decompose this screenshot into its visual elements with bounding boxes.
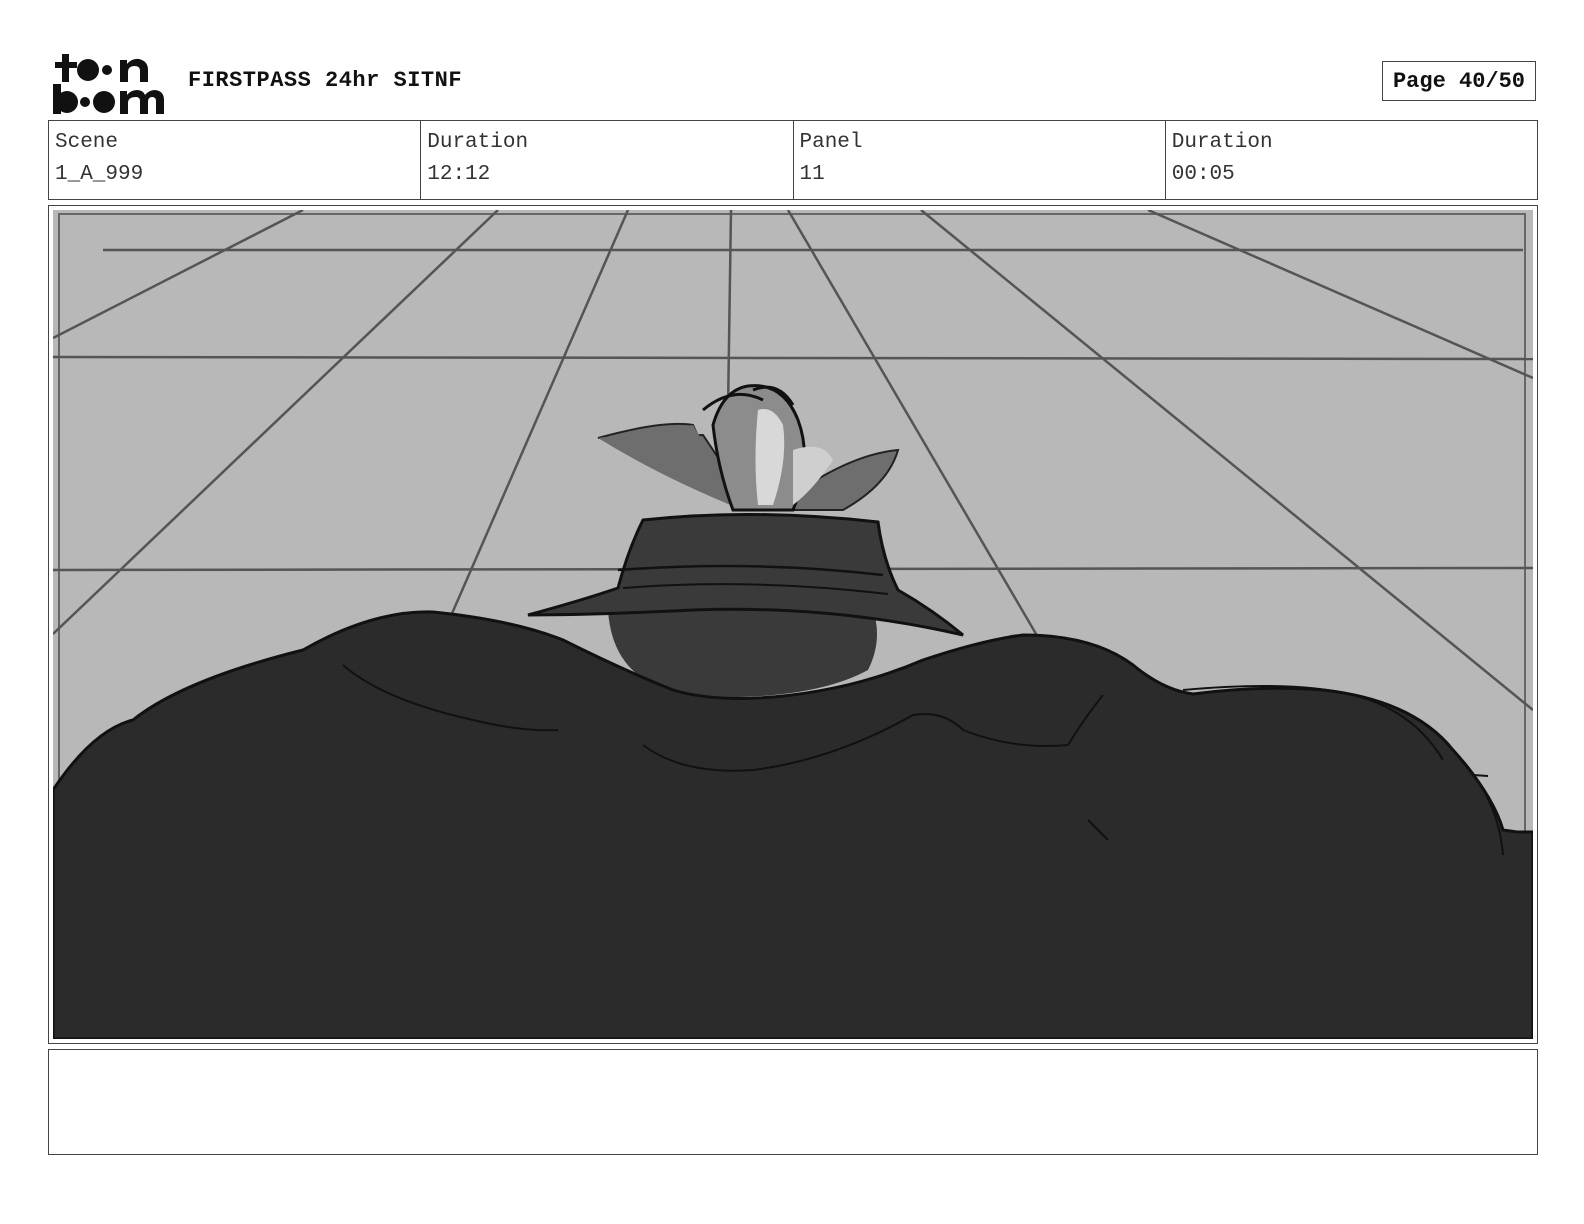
panel-duration-cell: Duration 00:05: [1166, 121, 1537, 199]
scene-cell: Scene 1_A_999: [49, 121, 422, 199]
storyboard-panel: [48, 205, 1538, 1044]
scene-label: Scene: [55, 131, 119, 154]
panel-label: Panel: [799, 131, 863, 154]
panel-notes-box: [48, 1049, 1538, 1155]
page-label: Page 40/50: [1392, 68, 1526, 94]
scene-value: 1_A_999: [55, 163, 144, 186]
panel-cell: Panel 11: [794, 121, 1166, 199]
scene-duration-label: Duration: [427, 131, 529, 154]
panel-duration-value: 00:05: [1171, 163, 1235, 186]
panel-drawing: [53, 210, 1533, 1039]
toon-boom-logo: [50, 50, 166, 116]
scene-duration-value: 12:12: [427, 163, 491, 186]
panel-duration-label: Duration: [1171, 131, 1273, 154]
toon-boom-logo-mark: [53, 54, 164, 114]
page-indicator: Page 40/50: [1382, 61, 1536, 101]
scene-duration-cell: Duration 12:12: [421, 121, 794, 199]
project-title: FIRSTPASS 24hr SITNF: [188, 68, 463, 93]
scene-info-table: Scene 1_A_999 Duration 12:12 Panel 11 Du…: [48, 120, 1538, 200]
panel-value: 11: [799, 163, 825, 186]
